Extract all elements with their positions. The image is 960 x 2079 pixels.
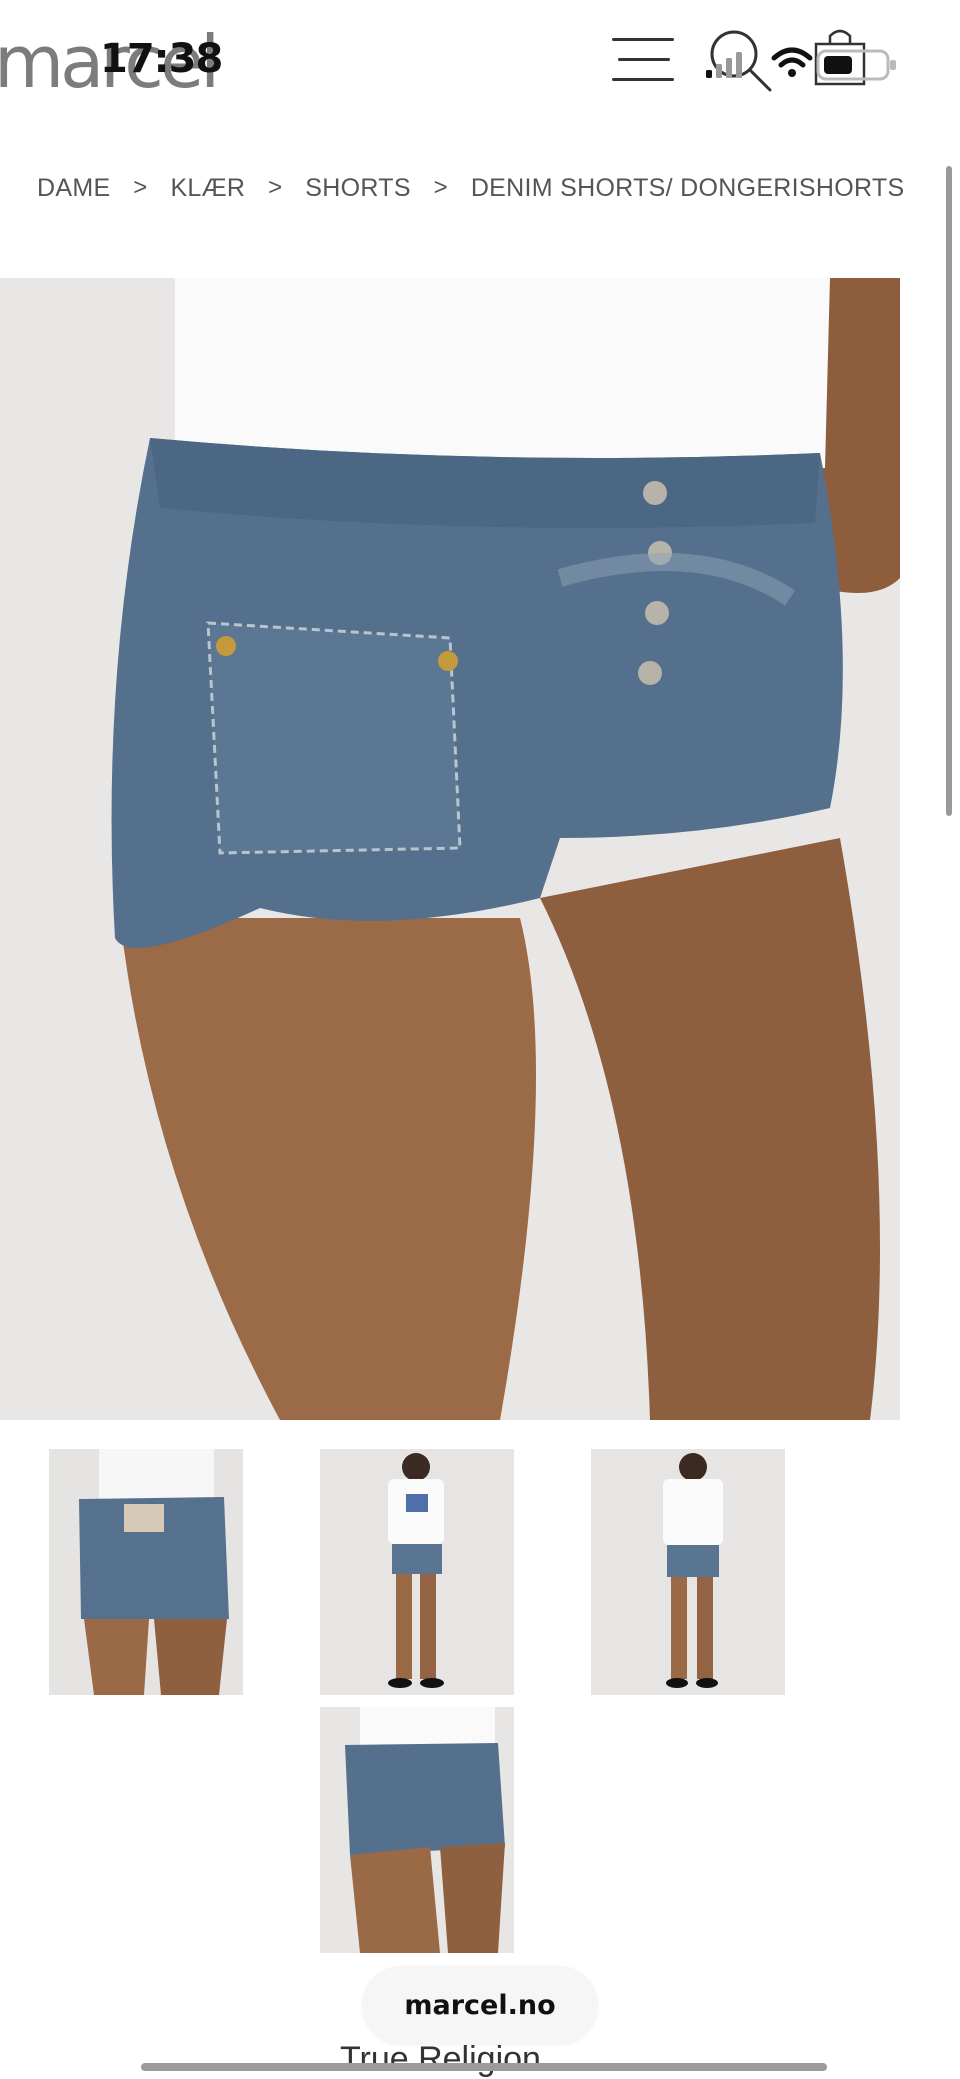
browser-url-pill[interactable]: marcel.no	[362, 1966, 598, 2044]
breadcrumb-item-dame[interactable]: DAME	[37, 174, 110, 203]
product-thumbnail-full-front[interactable]	[320, 1449, 514, 1695]
wifi-icon	[771, 47, 813, 77]
breadcrumb-item-klaer[interactable]: KLÆR	[170, 174, 245, 203]
menu-icon[interactable]	[612, 36, 674, 84]
breadcrumb-separator: >	[133, 174, 148, 201]
product-thumbnail-full-back[interactable]	[591, 1449, 785, 1695]
breadcrumb-separator: >	[268, 174, 283, 201]
breadcrumb-separator: >	[433, 174, 448, 201]
status-time: 17:38	[100, 36, 223, 82]
battery-icon	[816, 49, 896, 81]
main-product-image[interactable]	[0, 278, 900, 1420]
breadcrumb-item-denim-shorts[interactable]: DENIM SHORTS/ DONGERISHORTS	[471, 174, 905, 203]
home-indicator[interactable]	[141, 2063, 827, 2071]
cellular-signal-icon	[706, 52, 742, 78]
scrollbar[interactable]	[946, 166, 952, 816]
product-thumbnail-side-closeup[interactable]	[320, 1707, 514, 1953]
breadcrumb: DAME > KLÆR > SHORTS > DENIM SHORTS/ DON…	[37, 170, 904, 206]
product-thumbnail-back-closeup[interactable]	[49, 1449, 243, 1695]
breadcrumb-item-shorts[interactable]: SHORTS	[305, 174, 411, 203]
product-brand[interactable]: True Religion	[340, 2040, 541, 2079]
